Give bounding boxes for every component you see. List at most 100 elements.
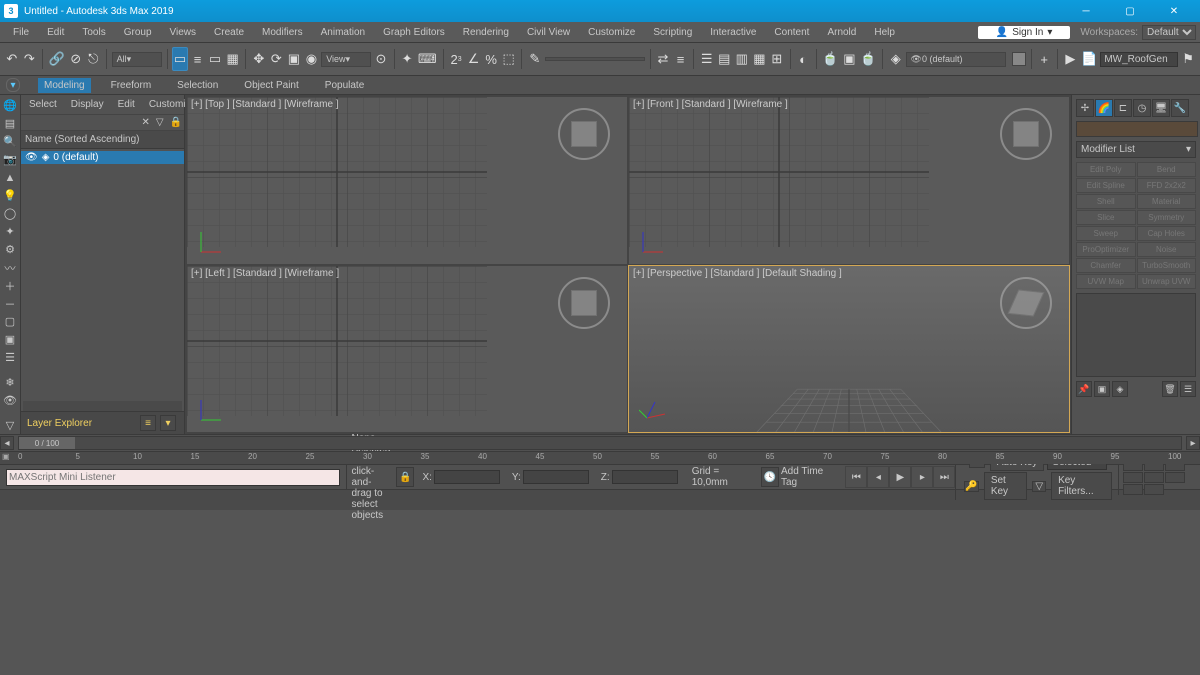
- align-button[interactable]: ≡: [673, 47, 689, 71]
- se-menu-edit[interactable]: Edit: [112, 97, 141, 112]
- select-place-button[interactable]: ◉: [304, 47, 320, 71]
- coord-x-input[interactable]: [434, 470, 500, 484]
- se-filter-icon[interactable]: ▽: [156, 117, 164, 128]
- select-object-button[interactable]: ▭: [172, 47, 188, 71]
- lt-freeze-icon[interactable]: ❄: [1, 374, 19, 391]
- mod-btn-capholes[interactable]: Cap Holes: [1137, 226, 1197, 241]
- se-close-icon[interactable]: ✕: [141, 117, 149, 128]
- lt-object-icon[interactable]: ▢: [1, 313, 19, 330]
- key-filters-icon[interactable]: ▽: [1032, 481, 1046, 492]
- named-selection-dropdown[interactable]: [545, 57, 645, 61]
- remove-modifier-button[interactable]: 🗑: [1162, 381, 1178, 397]
- window-crossing-button[interactable]: ▦: [225, 47, 241, 71]
- menu-views[interactable]: Views: [161, 25, 206, 40]
- minimize-button[interactable]: ─: [1064, 0, 1108, 22]
- eye-icon[interactable]: 👁: [25, 152, 38, 163]
- mod-btn-ffd[interactable]: FFD 2x2x2: [1137, 178, 1197, 193]
- select-by-name-button[interactable]: ≡: [190, 47, 206, 71]
- menu-customize[interactable]: Customize: [579, 25, 644, 40]
- time-tag-button[interactable]: 🕓: [761, 467, 779, 487]
- play-button[interactable]: ▶: [889, 466, 911, 488]
- lt-helper-icon[interactable]: ✦: [1, 223, 19, 240]
- viewcube-top[interactable]: [557, 107, 611, 161]
- maximize-button[interactable]: ▢: [1108, 0, 1152, 22]
- ribbon-tab-modeling[interactable]: Modeling: [38, 78, 91, 93]
- render-frame-button[interactable]: ▣: [842, 47, 858, 71]
- keyboard-shortcut-button[interactable]: ⌨: [417, 47, 438, 71]
- viewcube-left[interactable]: [557, 276, 611, 330]
- trackbar-toggle-icon[interactable]: ▣: [2, 452, 10, 461]
- object-color-swatch[interactable]: [1076, 121, 1198, 137]
- menu-group[interactable]: Group: [115, 25, 161, 40]
- schematic-view-button[interactable]: ⊞: [769, 47, 785, 71]
- maxscript-listener[interactable]: [0, 465, 347, 489]
- display-tab[interactable]: 🖥: [1152, 99, 1170, 117]
- link-button[interactable]: 🔗: [48, 47, 66, 71]
- nav-maximize-button[interactable]: [1144, 484, 1164, 495]
- prev-frame-button[interactable]: ◂: [867, 466, 889, 488]
- ribbon-tab-populate[interactable]: Populate: [319, 78, 370, 93]
- mod-btn-chamfer[interactable]: Chamfer: [1076, 258, 1136, 273]
- ref-coord-dropdown[interactable]: View ▾: [321, 52, 371, 67]
- use-center-button[interactable]: ⊙: [373, 47, 389, 71]
- select-rotate-button[interactable]: ⟳: [269, 47, 285, 71]
- toggle-ribbon-button[interactable]: ▥: [734, 47, 750, 71]
- mod-btn-noise[interactable]: Noise: [1137, 242, 1197, 257]
- select-manipulate-button[interactable]: ✦: [399, 47, 415, 71]
- viewport-perspective-label[interactable]: [+] [Perspective ] [Standard ] [Default …: [633, 268, 842, 279]
- create-tab[interactable]: ✢: [1076, 99, 1094, 117]
- modifier-list-dropdown[interactable]: Modifier List▾: [1076, 141, 1196, 158]
- signin-button[interactable]: 👤 Sign In ▾: [978, 26, 1071, 39]
- menu-file[interactable]: File: [4, 25, 38, 40]
- ribbon-toggle-button[interactable]: ▾: [6, 78, 20, 92]
- bind-button[interactable]: ⎋: [85, 47, 101, 71]
- goto-end-button[interactable]: ⏭: [933, 466, 955, 488]
- ribbon-tab-selection[interactable]: Selection: [171, 78, 224, 93]
- select-move-button[interactable]: ✥: [251, 47, 267, 71]
- setkey-button[interactable]: Set Key: [984, 472, 1027, 500]
- maxscript-input[interactable]: [6, 469, 340, 486]
- isolate-selection-button[interactable]: ◈: [888, 47, 904, 71]
- modifier-stack[interactable]: [1076, 293, 1196, 377]
- coord-z-input[interactable]: [612, 470, 678, 484]
- show-end-result-button[interactable]: ▣: [1094, 381, 1110, 397]
- mod-btn-uvwmap[interactable]: UVW Map: [1076, 274, 1136, 289]
- snap-2d-button[interactable]: 23: [448, 47, 464, 71]
- keyfilters-button[interactable]: Key Filters...: [1051, 472, 1112, 500]
- time-tag-label[interactable]: Add Time Tag: [781, 466, 835, 488]
- close-button[interactable]: ✕: [1152, 0, 1196, 22]
- lock-selection-button[interactable]: 🔒: [396, 467, 414, 487]
- pin-stack-button[interactable]: 📌: [1076, 381, 1092, 397]
- edit-selection-button[interactable]: ✎: [527, 47, 543, 71]
- lt-camera-icon[interactable]: 📷: [1, 151, 19, 168]
- percent-snap-button[interactable]: %: [483, 47, 499, 71]
- menu-tools[interactable]: Tools: [73, 25, 114, 40]
- se-menu-select[interactable]: Select: [23, 97, 63, 112]
- mod-btn-prooptimizer[interactable]: ProOptimizer: [1076, 242, 1136, 257]
- unlink-button[interactable]: ⊘: [68, 47, 84, 71]
- viewport-left[interactable]: [+] [Left ] [Standard ] [Wireframe ]: [187, 266, 627, 433]
- viewport-top-label[interactable]: [+] [Top ] [Standard ] [Wireframe ]: [191, 99, 339, 110]
- mod-btn-bend[interactable]: Bend: [1137, 162, 1197, 177]
- hierarchy-tab[interactable]: ⊏: [1114, 99, 1132, 117]
- se-column-header[interactable]: Name (Sorted Ascending): [21, 131, 184, 149]
- mod-btn-editpoly[interactable]: Edit Poly: [1076, 162, 1136, 177]
- viewcube-front[interactable]: [999, 107, 1053, 161]
- scene-explorer-tree[interactable]: 👁 ◈ 0 (default): [21, 149, 184, 401]
- color-swatch[interactable]: [1012, 52, 1026, 66]
- mod-btn-slice[interactable]: Slice: [1076, 210, 1136, 225]
- lt-minus-icon[interactable]: －: [1, 295, 19, 312]
- utilities-tab[interactable]: 🔧: [1171, 99, 1189, 117]
- ribbon-tab-objectpaint[interactable]: Object Paint: [238, 78, 304, 93]
- menu-rendering[interactable]: Rendering: [454, 25, 518, 40]
- viewport-front[interactable]: [+] [Front ] [Standard ] [Wireframe ]: [629, 97, 1069, 264]
- script-name-input[interactable]: [1100, 52, 1178, 67]
- select-region-button[interactable]: ▭: [207, 47, 223, 71]
- time-prev-button[interactable]: ◂: [0, 436, 14, 450]
- menu-edit[interactable]: Edit: [38, 25, 73, 40]
- key-set-icon[interactable]: 🔑: [964, 481, 978, 492]
- viewport-perspective[interactable]: [+] [Perspective ] [Standard ] [Default …: [629, 266, 1069, 433]
- menu-modifiers[interactable]: Modifiers: [253, 25, 312, 40]
- menu-arnold[interactable]: Arnold: [818, 25, 865, 40]
- menu-interactive[interactable]: Interactive: [701, 25, 765, 40]
